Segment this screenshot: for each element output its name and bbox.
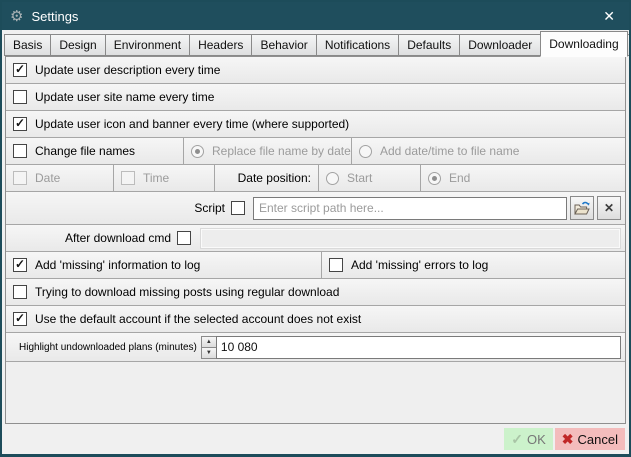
update-site-name-checkbox[interactable]: ✓ — [13, 90, 27, 104]
row-missing-log: ✓ Add 'missing' information to log ✓ Add… — [6, 252, 625, 279]
missing-errors-label: Add 'missing' errors to log — [351, 258, 488, 272]
spin-down-icon[interactable]: ▼ — [202, 348, 216, 358]
missing-posts-checkbox[interactable]: ✓ — [13, 285, 27, 299]
gear-icon: ⚙ — [10, 9, 23, 24]
time-checkbox: ✓ — [121, 171, 135, 185]
clear-script-button[interactable]: ✕ — [597, 196, 621, 220]
missing-info-label: Add 'missing' information to log — [35, 258, 200, 272]
add-datetime-radio — [359, 145, 372, 158]
after-download-cmd-checkbox[interactable]: ✓ — [177, 231, 191, 245]
time-cell: ✓ Time — [113, 165, 214, 191]
ok-check-icon: ✓ — [511, 431, 523, 448]
close-icon[interactable]: ✕ — [593, 6, 625, 27]
default-account-checkbox[interactable]: ✓ — [13, 312, 27, 326]
script-label: Script — [13, 201, 225, 215]
check-icon: ✓ — [15, 258, 25, 270]
missing-info-cell: ✓ Add 'missing' information to log — [6, 252, 321, 278]
date-position-label: Date position: — [238, 171, 311, 185]
cancel-button-label: Cancel — [578, 432, 618, 447]
replace-name-by-date-label: Replace file name by date — [212, 144, 351, 158]
spin-up-icon[interactable]: ▲ — [202, 337, 216, 348]
missing-posts-label: Trying to download missing posts using r… — [35, 285, 339, 299]
clear-x-icon: ✕ — [604, 202, 614, 214]
replace-name-by-date-radio — [191, 145, 204, 158]
row-after-download-cmd: After download cmd ✓ — [6, 225, 625, 252]
missing-errors-cell: ✓ Add 'missing' errors to log — [321, 252, 625, 278]
date-position-label-cell: Date position: — [214, 165, 318, 191]
end-radio — [428, 172, 441, 185]
check-icon: ✓ — [15, 312, 25, 324]
default-account-label: Use the default account if the selected … — [35, 312, 361, 326]
row-highlight-plans: Highlight undownloaded plans (minutes) ▲… — [6, 333, 625, 362]
update-site-name-label: Update user site name every time — [35, 90, 214, 104]
tab-downloader[interactable]: Downloader — [459, 34, 541, 56]
change-file-names-label: Change file names — [35, 144, 135, 158]
settings-window: ⚙ Settings ✕ Basis Design Environment He… — [0, 0, 631, 457]
end-label: End — [449, 171, 470, 185]
tab-design[interactable]: Design — [50, 34, 105, 56]
tab-downloading[interactable]: Downloading — [540, 31, 627, 57]
update-icon-banner-checkbox[interactable]: ✓ — [13, 117, 27, 131]
open-folder-icon — [574, 201, 590, 216]
row-update-description: ✓ Update user description every time — [6, 57, 625, 84]
script-path-input[interactable] — [253, 197, 567, 220]
date-checkbox: ✓ — [13, 171, 27, 185]
missing-errors-checkbox[interactable]: ✓ — [329, 258, 343, 272]
tab-notifications[interactable]: Notifications — [316, 34, 399, 56]
tab-environment[interactable]: Environment — [105, 34, 190, 56]
check-icon: ✓ — [15, 63, 25, 75]
row-update-icon-banner: ✓ Update user icon and banner every time… — [6, 111, 625, 138]
after-download-cmd-label: After download cmd — [13, 231, 171, 245]
cancel-button[interactable]: ✖ Cancel — [555, 428, 625, 450]
row-date-position: ✓ Date ✓ Time Date position: Start End — [6, 165, 625, 192]
change-file-names-checkbox[interactable]: ✓ — [13, 144, 27, 158]
window-title: Settings — [31, 9, 78, 24]
after-download-cmd-input — [200, 228, 621, 249]
tab-strip: Basis Design Environment Headers Behavio… — [2, 30, 629, 56]
start-cell: Start — [318, 165, 420, 191]
row-change-file-names: ✓ Change file names Replace file name by… — [6, 138, 625, 165]
replace-name-by-date-cell: Replace file name by date — [183, 138, 351, 164]
tab-defaults[interactable]: Defaults — [398, 34, 460, 56]
downloading-tab-page: ✓ Update user description every time ✓ U… — [5, 56, 626, 424]
missing-info-checkbox[interactable]: ✓ — [13, 258, 27, 272]
start-radio — [326, 172, 339, 185]
tab-basis[interactable]: Basis — [4, 34, 51, 56]
highlight-plans-input[interactable] — [216, 336, 621, 359]
script-checkbox[interactable]: ✓ — [231, 201, 245, 215]
cancel-x-icon: ✖ — [562, 431, 574, 448]
title-bar[interactable]: ⚙ Settings ✕ — [2, 2, 629, 30]
ok-button[interactable]: ✓ OK — [504, 428, 553, 450]
dialog-button-bar: ✓ OK ✖ Cancel — [2, 424, 629, 454]
spin-buttons: ▲ ▼ — [201, 336, 216, 359]
highlight-plans-spinner: ▲ ▼ — [201, 336, 621, 359]
row-update-site-name: ✓ Update user site name every time — [6, 84, 625, 111]
check-icon: ✓ — [15, 117, 25, 129]
start-label: Start — [347, 171, 372, 185]
highlight-plans-label: Highlight undownloaded plans (minutes) — [19, 342, 197, 353]
browse-script-button[interactable] — [570, 196, 594, 220]
update-icon-banner-label: Update user icon and banner every time (… — [35, 117, 349, 131]
ok-button-label: OK — [527, 432, 546, 447]
add-datetime-cell: Add date/time to file name — [351, 138, 625, 164]
tab-headers[interactable]: Headers — [189, 34, 252, 56]
date-label: Date — [35, 171, 60, 185]
tab-behavior[interactable]: Behavior — [251, 34, 316, 56]
time-label: Time — [143, 171, 169, 185]
row-default-account: ✓ Use the default account if the selecte… — [6, 306, 625, 333]
add-datetime-label: Add date/time to file name — [380, 144, 519, 158]
row-script: Script ✓ ✕ — [6, 192, 625, 225]
update-description-label: Update user description every time — [35, 63, 220, 77]
end-cell: End — [420, 165, 625, 191]
row-missing-posts: ✓ Trying to download missing posts using… — [6, 279, 625, 306]
date-cell: ✓ Date — [6, 165, 113, 191]
change-file-names-cell: ✓ Change file names — [6, 138, 183, 164]
update-description-checkbox[interactable]: ✓ — [13, 63, 27, 77]
